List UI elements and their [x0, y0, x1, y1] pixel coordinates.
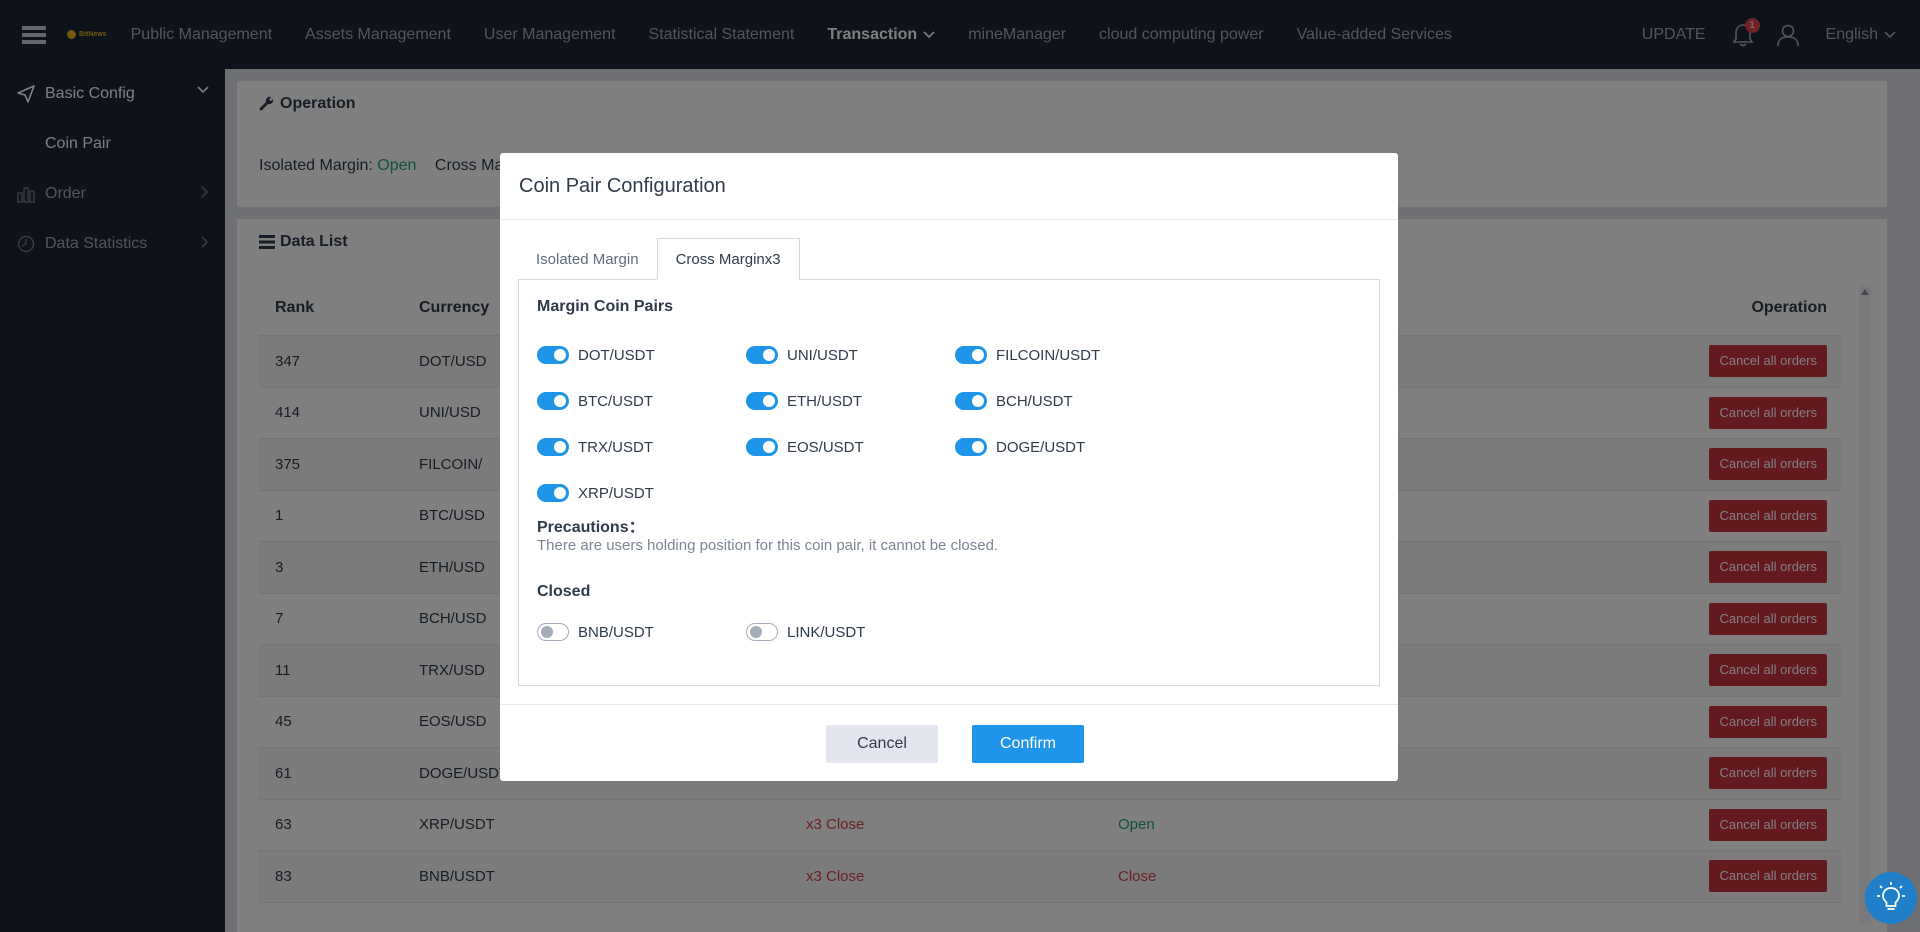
coin-pair-label: EOS/USDT — [787, 438, 864, 456]
closed-title: Closed — [537, 583, 591, 600]
modal-tabs: Isolated Margin Cross Marginx3 — [518, 238, 800, 280]
tab-cross-margin[interactable]: Cross Marginx3 — [656, 238, 800, 280]
toggle-switch[interactable] — [955, 346, 987, 364]
toggle-knob — [554, 349, 566, 361]
toggle-switch[interactable] — [537, 623, 569, 641]
toggle-knob — [763, 441, 775, 453]
toggle-knob — [554, 487, 566, 499]
modal-footer: Cancel Confirm — [500, 704, 1398, 781]
toggle-knob — [554, 395, 566, 407]
toggle-knob — [972, 395, 984, 407]
coin-pair-toggle-item: DOT/USDT — [537, 332, 746, 378]
help-button[interactable] — [1865, 872, 1917, 924]
coin-pair-toggle-item: UNI/USDT — [746, 332, 955, 378]
coin-pair-toggle-item: EOS/USDT — [746, 424, 955, 470]
toggle-knob — [554, 441, 566, 453]
toggle-switch[interactable] — [537, 392, 569, 410]
coin-pair-label: TRX/USDT — [578, 438, 653, 456]
margin-coin-pairs-title: Margin Coin Pairs — [537, 298, 674, 315]
coin-pair-toggle-item: BNB/USDT — [537, 609, 746, 655]
coin-pair-toggle-item: XRP/USDT — [537, 470, 746, 516]
coin-pair-label: BCH/USDT — [996, 392, 1073, 410]
toggle-switch[interactable] — [537, 346, 569, 364]
toggle-switch[interactable] — [955, 392, 987, 410]
toggle-knob — [972, 349, 984, 361]
coin-pair-label: BNB/USDT — [578, 623, 654, 641]
precautions-text: There are users holding position for thi… — [537, 537, 999, 554]
coin-pair-toggle-item: TRX/USDT — [537, 424, 746, 470]
cancel-button[interactable]: Cancel — [826, 725, 938, 763]
toggle-knob — [541, 626, 553, 638]
toggle-switch[interactable] — [746, 346, 778, 364]
confirm-button[interactable]: Confirm — [972, 725, 1084, 763]
toggle-switch[interactable] — [746, 438, 778, 456]
precautions-title: Precautions： — [537, 519, 645, 536]
coin-pair-toggle-item: FILCOIN/USDT — [955, 332, 1164, 378]
lightbulb-icon — [1877, 882, 1905, 910]
toggle-switch[interactable] — [537, 438, 569, 456]
coin-pair-toggle-item: DOGE/USDT — [955, 424, 1164, 470]
toggle-knob — [763, 349, 775, 361]
toggle-knob — [972, 441, 984, 453]
coin-pair-label: ETH/USDT — [787, 392, 862, 410]
tab-content: Margin Coin Pairs DOT/USDT UNI/USDT FILCOI… — [518, 279, 1380, 686]
coin-pair-label: DOGE/USDT — [996, 438, 1086, 456]
closed-pairs-grid: BNB/USDT LINK/USDT — [537, 609, 1367, 655]
coin-pair-label: BTC/USDT — [578, 392, 653, 410]
modal-title: Coin Pair Configuration — [500, 153, 1398, 220]
tab-isolated-margin[interactable]: Isolated Margin — [518, 238, 657, 280]
margin-pairs-grid: DOT/USDT UNI/USDT FILCOIN/USDT BTC/USDT ETH/… — [537, 332, 1367, 516]
coin-pair-label: UNI/USDT — [787, 346, 858, 364]
toggle-switch[interactable] — [746, 392, 778, 410]
coin-pair-label: LINK/USDT — [787, 623, 866, 641]
coin-pair-label: DOT/USDT — [578, 346, 655, 364]
toggle-knob — [763, 395, 775, 407]
coin-pair-toggle-item: ETH/USDT — [746, 378, 955, 424]
toggle-switch[interactable] — [746, 623, 778, 641]
coin-pair-label: FILCOIN/USDT — [996, 346, 1101, 364]
toggle-switch[interactable] — [955, 438, 987, 456]
toggle-knob — [750, 626, 762, 638]
coin-pair-toggle-item: BCH/USDT — [955, 378, 1164, 424]
toggle-switch[interactable] — [537, 484, 569, 502]
coin-pair-toggle-item: LINK/USDT — [746, 609, 955, 655]
coin-pair-toggle-item: BTC/USDT — [537, 378, 746, 424]
coin-pair-config-modal: Coin Pair Configuration Isolated Margin … — [500, 153, 1398, 781]
coin-pair-label: XRP/USDT — [578, 484, 654, 502]
